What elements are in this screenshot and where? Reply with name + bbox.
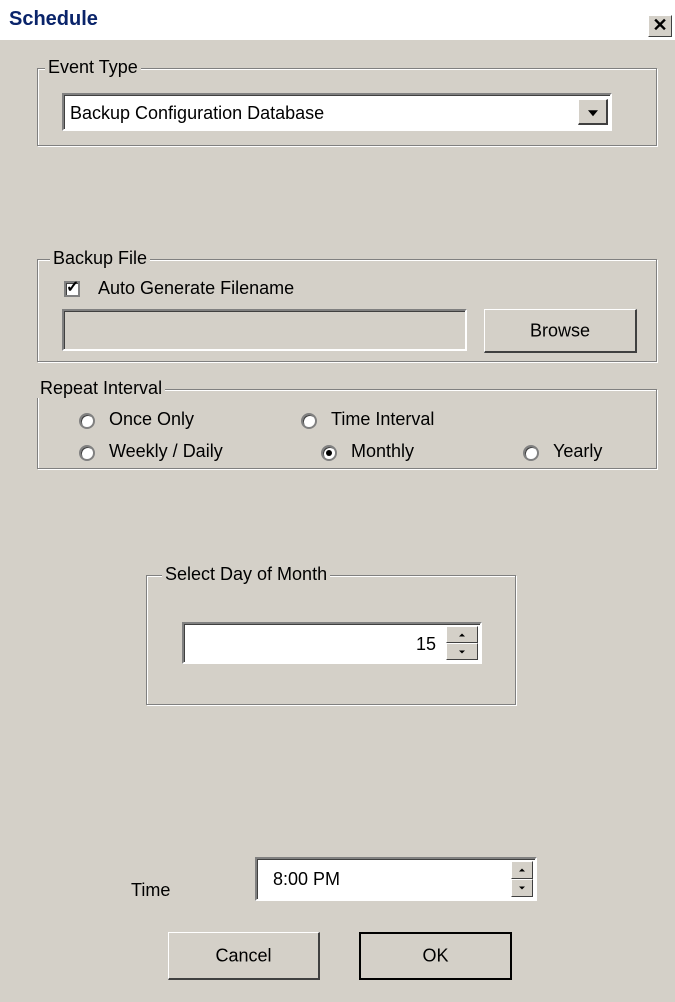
ok-label: OK	[422, 945, 449, 966]
event-type-dropdown[interactable]: Backup Configuration Database	[62, 93, 612, 131]
time-picker[interactable]: 8:00 PM	[255, 857, 537, 901]
spin-up-icon	[519, 868, 525, 872]
close-icon: ✕	[652, 15, 668, 35]
cancel-button[interactable]: Cancel	[168, 932, 320, 980]
repeat-interval-legend: Repeat Interval	[37, 378, 166, 398]
close-button[interactable]: ✕	[648, 15, 672, 37]
spin-up-icon	[459, 633, 465, 636]
chevron-down-icon	[587, 109, 598, 116]
radio-selected-dot	[326, 450, 332, 456]
event-type-selected: Backup Configuration Database	[70, 103, 325, 123]
browse-button[interactable]: Browse	[484, 309, 637, 353]
day-spin-down-button[interactable]	[446, 643, 478, 660]
filename-field[interactable]	[62, 309, 467, 351]
cancel-label: Cancel	[215, 945, 272, 965]
day-of-month-spinner[interactable]: 15	[182, 622, 482, 664]
radio-weekly-daily[interactable]	[79, 445, 95, 461]
time-label: Time	[131, 880, 171, 900]
day-of-month-value: 15	[415, 634, 436, 654]
radio-monthly-label[interactable]: Monthly	[351, 441, 414, 462]
radio-once-only-label[interactable]: Once Only	[109, 409, 194, 430]
title-bar: Schedule ✕	[0, 0, 675, 40]
radio-weekly-daily-label[interactable]: Weekly / Daily	[109, 441, 223, 462]
spin-down-icon	[459, 650, 465, 653]
radio-yearly-label[interactable]: Yearly	[553, 441, 602, 462]
time-spin-down-button[interactable]	[511, 879, 533, 897]
auto-generate-checkbox[interactable]: ✓	[64, 279, 80, 297]
spin-down-icon	[519, 886, 525, 890]
radio-time-interval[interactable]	[301, 413, 317, 429]
window-title: Schedule	[9, 8, 98, 30]
radio-time-interval-label[interactable]: Time Interval	[331, 409, 434, 430]
ok-button[interactable]: OK	[359, 932, 512, 980]
radio-once-only[interactable]	[79, 413, 95, 429]
auto-generate-label[interactable]: Auto Generate Filename	[98, 278, 294, 299]
dropdown-button[interactable]	[578, 99, 608, 125]
day-spin-up-button[interactable]	[446, 626, 478, 643]
browse-label: Browse	[529, 320, 591, 340]
radio-yearly[interactable]	[523, 445, 539, 461]
time-spin-up-button[interactable]	[511, 861, 533, 879]
event-type-legend: Event Type	[45, 57, 141, 77]
time-value: 8:00 PM	[273, 869, 341, 889]
checkmark-icon: ✓	[66, 279, 80, 296]
backup-file-legend: Backup File	[50, 248, 151, 268]
radio-monthly[interactable]	[321, 445, 337, 461]
day-of-month-legend: Select Day of Month	[162, 564, 331, 584]
